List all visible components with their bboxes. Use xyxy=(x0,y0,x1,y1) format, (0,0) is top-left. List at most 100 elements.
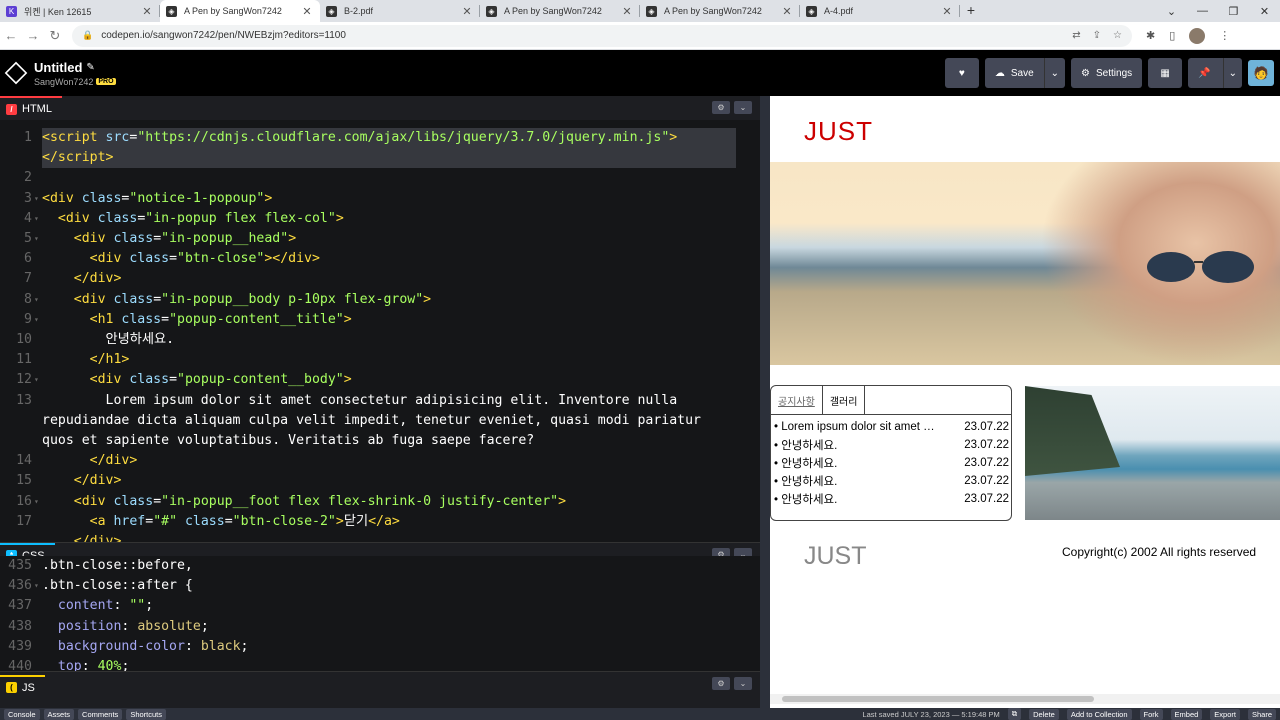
fold-arrow-icon[interactable]: ▾ xyxy=(34,189,42,209)
js-settings-icon[interactable]: ⚙ xyxy=(712,677,730,690)
save-button[interactable]: ☁ Save ⌄ xyxy=(984,58,1066,88)
layout-button[interactable]: ▦ xyxy=(1148,58,1183,88)
embed-button[interactable]: Embed xyxy=(1170,708,1203,720)
fold-arrow-icon[interactable]: ▾ xyxy=(34,492,42,512)
notice-row[interactable]: • Lorem ipsum dolor sit amet … 23.07.22 xyxy=(771,418,1011,436)
notice-tab[interactable]: 갤러리 xyxy=(823,386,866,414)
close-tab-icon[interactable]: ✕ xyxy=(140,5,154,18)
export-button[interactable]: Export xyxy=(1210,708,1240,720)
notice-row[interactable]: • 안녕하세요. 23.07.22 xyxy=(771,490,1011,508)
console-button[interactable]: Console xyxy=(4,708,40,720)
browser-tab[interactable]: K 위켄 | Ken 12615 ✕ xyxy=(0,0,160,22)
notice-row[interactable]: • 안녕하세요. 23.07.22 xyxy=(771,454,1011,472)
restore-icon[interactable]: ❐ xyxy=(1218,0,1249,22)
pane-resize-divider[interactable] xyxy=(760,96,770,708)
settings-label: Settings xyxy=(1096,67,1133,79)
edit-pencil-icon[interactable]: ✎ xyxy=(86,62,94,73)
css-code-editor[interactable]: 435 .btn-close::before, 436 ▾ .btn-close::af… xyxy=(0,556,760,671)
fold-arrow-icon xyxy=(34,617,42,637)
notice-date: 23.07.22 xyxy=(964,457,1009,469)
open-external-icon[interactable]: ⧉ xyxy=(1007,708,1022,720)
notice-row[interactable]: • 안녕하세요. 23.07.22 xyxy=(771,472,1011,490)
reload-icon[interactable]: ↻ xyxy=(44,28,66,44)
fold-arrow-icon[interactable]: ▾ xyxy=(34,209,42,229)
save-dropdown-icon[interactable]: ⌄ xyxy=(1043,58,1065,88)
pin-button[interactable]: 📌 ⌄ xyxy=(1188,58,1242,88)
url-field[interactable]: 🔒 codepen.io/sangwon7242/pen/NWEBzjm?edi… xyxy=(72,24,1132,47)
sidepanel-icon[interactable]: ▯ xyxy=(1169,29,1175,42)
notice-row[interactable]: • 안녕하세요. 23.07.22 xyxy=(771,436,1011,454)
pin-icon: 📌 xyxy=(1198,67,1211,79)
code-text: background-color: black; xyxy=(57,638,249,654)
profile-avatar[interactable] xyxy=(1189,27,1206,44)
settings-button[interactable]: ⚙ Settings xyxy=(1071,58,1143,88)
lock-icon[interactable]: 🔒 xyxy=(82,30,93,41)
fold-arrow-icon xyxy=(34,148,42,168)
share-button[interactable]: Share xyxy=(1247,708,1276,720)
close-tab-icon[interactable]: ✕ xyxy=(620,5,634,18)
back-icon[interactable]: ← xyxy=(0,28,22,43)
line-number: 438 xyxy=(8,618,32,634)
fold-arrow-icon[interactable]: ▾ xyxy=(34,576,42,596)
translate-icon[interactable]: ⇄ xyxy=(1072,30,1080,41)
shortcuts-button[interactable]: Shortcuts xyxy=(126,708,166,720)
preview-horizontal-scrollbar[interactable] xyxy=(770,694,1280,704)
browser-tab[interactable]: ◈ B-2.pdf ✕ xyxy=(320,0,480,22)
editor-column: / HTML ⚙ ⌄ 1 <script src="https://cdnjs.cl… xyxy=(0,96,760,708)
fold-arrow-icon[interactable]: ▾ xyxy=(34,229,42,249)
browser-tab[interactable]: ◈ A-4.pdf ✕ xyxy=(800,0,960,22)
user-avatar[interactable]: 🧑 xyxy=(1248,60,1274,86)
logo-bottom[interactable]: JUST xyxy=(804,542,867,571)
fork-button[interactable]: Fork xyxy=(1139,708,1163,720)
pin-dropdown-icon[interactable]: ⌄ xyxy=(1222,58,1242,88)
username[interactable]: SangWon7242 xyxy=(34,77,93,87)
extensions-icon[interactable]: ✱ xyxy=(1146,29,1155,42)
assets-button[interactable]: Assets xyxy=(43,708,75,720)
notice-tab[interactable]: 공지사항 xyxy=(771,386,823,414)
code-line: repudiandae dicta aliquam culpa velit im… xyxy=(0,411,760,431)
js-collapse-icon[interactable]: ⌄ xyxy=(734,677,752,690)
codepen-header: Untitled ✎ SangWon7242 PRO ♥ ☁ Save ⌄ ⚙ Se… xyxy=(0,51,1280,95)
close-tab-icon[interactable]: ✕ xyxy=(780,5,794,18)
new-tab-icon[interactable]: + xyxy=(960,0,982,22)
forward-icon[interactable]: → xyxy=(22,28,44,43)
pen-title[interactable]: Untitled xyxy=(34,60,82,75)
js-pane-tab[interactable]: ( JS xyxy=(0,674,45,699)
add-collection-button[interactable]: Add to Collection xyxy=(1066,708,1132,720)
share-icon[interactable]: ⇪ xyxy=(1093,30,1101,41)
minimize-icon[interactable]: — xyxy=(1187,0,1218,22)
comments-button[interactable]: Comments xyxy=(78,708,123,720)
js-pane-label: JS xyxy=(22,681,35,694)
browser-tab[interactable]: ◈ A Pen by SangWon7242 ✕ xyxy=(480,0,640,22)
close-tab-icon[interactable]: ✕ xyxy=(940,5,954,18)
codepen-icon: ◈ xyxy=(486,5,497,17)
logo-top[interactable]: JUST xyxy=(804,116,873,147)
close-tab-icon[interactable]: ✕ xyxy=(460,5,474,18)
line-number: 11 xyxy=(16,352,32,368)
scroll-thumb[interactable] xyxy=(782,696,1094,702)
like-button[interactable]: ♥ xyxy=(944,58,979,88)
html-pane-tab[interactable]: / HTML xyxy=(0,96,62,120)
fold-arrow-icon[interactable]: ▾ xyxy=(34,370,42,390)
delete-button[interactable]: Delete xyxy=(1029,708,1059,720)
close-tab-icon[interactable]: ✕ xyxy=(300,5,314,18)
close-window-icon[interactable]: ✕ xyxy=(1249,0,1280,22)
notice-title: • 안녕하세요. xyxy=(774,440,838,452)
fold-arrow-icon[interactable]: ▾ xyxy=(34,290,42,310)
code-text: <div class="in-popup flex flex-col"> xyxy=(57,210,344,226)
code-line: 436 ▾ .btn-close::after { xyxy=(0,576,760,596)
browser-tab[interactable]: ◈ A Pen by SangWon7242 ✕ xyxy=(640,0,800,22)
bookmark-star-icon[interactable]: ☆ xyxy=(1113,30,1122,41)
html-collapse-icon[interactable]: ⌄ xyxy=(734,101,752,114)
html-code-editor[interactable]: 1 <script src="https://cdnjs.cloudflare.c… xyxy=(0,120,760,542)
codepen-logo-icon[interactable] xyxy=(4,61,28,85)
menu-dots-icon[interactable]: ⋮ xyxy=(1219,29,1230,42)
tab-search-icon[interactable]: ⌄ xyxy=(1156,0,1187,22)
html-settings-icon[interactable]: ⚙ xyxy=(712,101,730,114)
browser-tab-strip: K 위켄 | Ken 12615 ✕ ◈ A Pen by SangWon7242 ✕ ◈ B… xyxy=(0,0,1280,22)
line-number: 437 xyxy=(8,598,32,614)
fold-arrow-icon[interactable]: ▾ xyxy=(34,310,42,330)
pen-title-block: Untitled ✎ SangWon7242 PRO xyxy=(34,60,116,87)
code-line: 8 ▾ <div class="in-popup__body p-10px fle… xyxy=(0,290,760,310)
browser-tab[interactable]: ◈ A Pen by SangWon7242 ✕ xyxy=(160,0,320,22)
